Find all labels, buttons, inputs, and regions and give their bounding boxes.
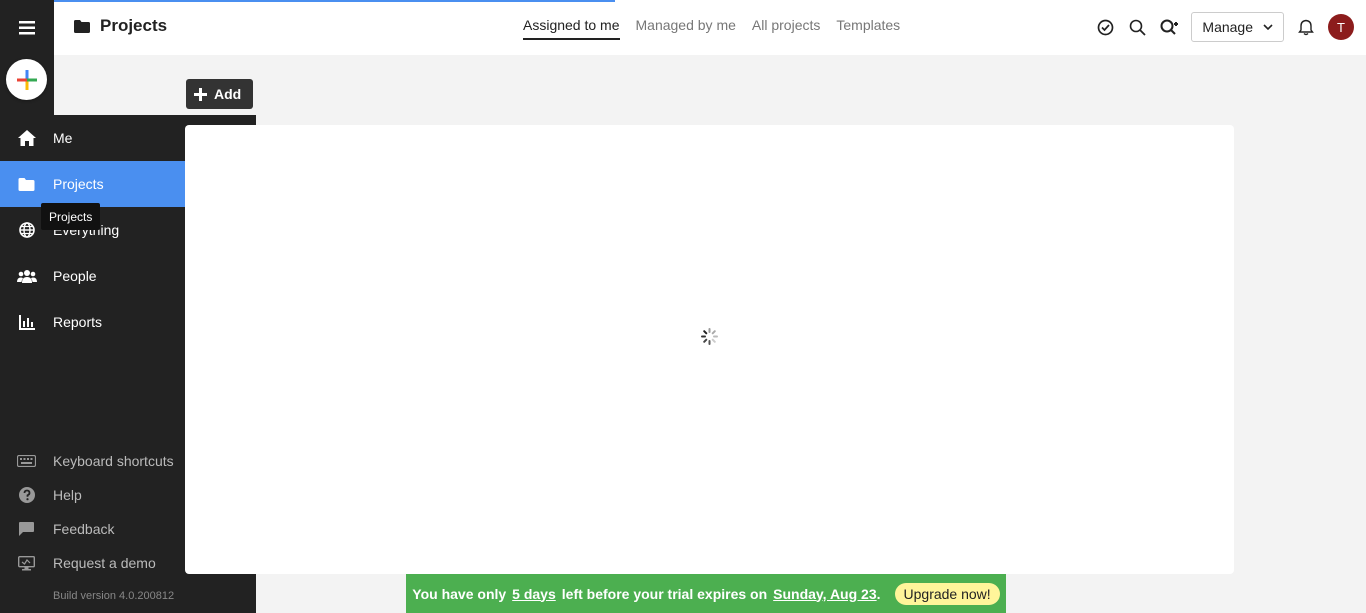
tab-assigned-to-me[interactable]: Assigned to me [523,17,620,40]
colored-plus-icon [16,69,37,90]
bottom-item-label: Feedback [53,521,115,537]
page-title: Projects [74,16,167,36]
sidebar-item-label: Reports [53,314,103,330]
folder-icon [74,19,90,33]
help-icon [18,487,35,503]
clock-check-icon [1097,19,1114,35]
help-link[interactable]: Help [0,480,185,510]
sidebar-item-label: Projects [53,176,104,192]
tab-all-projects[interactable]: All projects [752,17,820,40]
hamburger-icon [19,20,35,34]
sidebar-item-label: People [53,268,97,284]
manage-label: Manage [1202,19,1253,35]
keyboard-shortcuts-link[interactable]: Keyboard shortcuts [0,446,185,476]
banner-middle: left before your trial expires on [561,585,768,602]
bottom-item-label: Keyboard shortcuts [53,453,174,469]
feedback-link[interactable]: Feedback [0,514,185,544]
content-panel [185,125,1234,574]
keyboard-icon [17,455,36,467]
top-actions: Manage T [1095,12,1354,42]
build-version: Build version 4.0.200812 [53,590,175,602]
sidebar-item-reports[interactable]: Reports [0,299,185,345]
manage-dropdown[interactable]: Manage [1191,12,1284,42]
chart-icon [18,314,35,330]
bottom-item-label: Request a demo [53,555,156,571]
top-bar: Projects Assigned to me Managed by me Al… [0,0,1366,55]
search-icon [1129,19,1146,36]
search-plus-icon [1160,19,1179,35]
tab-templates[interactable]: Templates [836,17,900,40]
banner-suffix: . [876,585,881,602]
tabs: Assigned to me Managed by me All project… [523,17,900,40]
globe-icon [18,222,35,238]
monitor-icon [18,555,35,570]
folder-icon [18,177,35,191]
page-title-text: Projects [100,16,168,35]
banner-date: Sunday, Aug 23 [773,585,877,602]
tab-managed-by-me[interactable]: Managed by me [636,17,736,40]
chevron-down-icon [1263,24,1273,30]
banner-prefix: You have only [412,585,507,602]
create-button[interactable] [6,59,47,100]
sidebar-item-me[interactable]: Me [0,115,185,161]
plus-icon [194,87,207,101]
sidebar-item-projects[interactable]: Projects [0,161,185,207]
people-icon [16,270,37,283]
loading-spinner-icon [701,328,718,345]
home-icon [17,130,36,146]
sidebar-item-label: Me [53,130,73,146]
add-button-label: Add [214,86,242,102]
sidebar: Me Projects Everything People Reports Ke… [0,115,185,613]
request-demo-link[interactable]: Request a demo [0,548,185,578]
bell-icon [1298,19,1314,35]
avatar[interactable]: T [1328,14,1354,40]
search-button[interactable] [1127,17,1147,37]
loading-progress-line [0,0,615,2]
notifications-button[interactable] [1296,17,1316,37]
timer-button[interactable] [1095,17,1115,37]
bottom-item-label: Help [53,487,82,503]
menu-button[interactable] [0,0,54,55]
banner-days: 5 days [512,585,556,602]
add-button[interactable]: Add [186,79,253,109]
trial-banner: You have only 5 days left before your tr… [406,574,1006,613]
add-search-button[interactable] [1159,17,1179,37]
sidebar-tooltip: Projects [41,203,101,230]
upgrade-button[interactable]: Upgrade now! [894,582,1000,605]
sidebar-item-people[interactable]: People [0,253,185,299]
feedback-icon [19,522,34,536]
